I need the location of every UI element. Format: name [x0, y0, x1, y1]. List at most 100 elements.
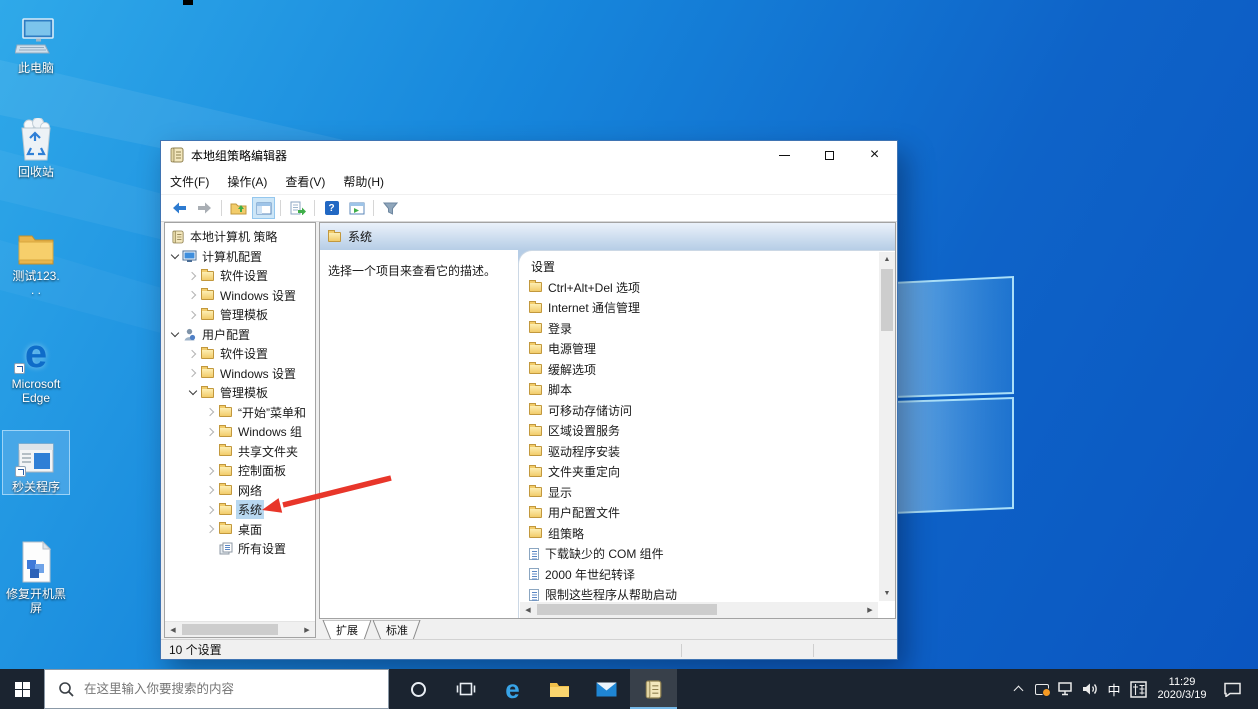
action-center-button[interactable]	[1214, 669, 1250, 709]
chevron-collapsed-icon[interactable]	[186, 347, 199, 360]
help-icon[interactable]: ?	[320, 197, 343, 219]
tray-ime-icon[interactable]	[1126, 669, 1150, 709]
list-item[interactable]: 2000 年世纪转译	[519, 564, 878, 585]
task-view-button[interactable]	[442, 669, 489, 709]
desktop-icon-microsoft-edge[interactable]: e Microsoft Edge	[2, 328, 70, 405]
list-item[interactable]: 缓解选项	[519, 359, 878, 380]
list-horizontal-scrollbar[interactable]: ◀ ▶	[520, 602, 878, 618]
tray-network[interactable]	[1054, 669, 1078, 709]
edge-taskbar-button[interactable]: e	[489, 669, 536, 709]
file-explorer-button[interactable]	[536, 669, 583, 709]
tree-root[interactable]: 本地计算机 策略	[165, 227, 315, 247]
maximize-button[interactable]	[807, 141, 852, 169]
list-vertical-scrollbar[interactable]: ▲ ▼	[879, 252, 895, 601]
list-item[interactable]: Internet 通信管理	[519, 298, 878, 319]
desktop-icon-recycle-bin[interactable]: 回收站	[2, 116, 70, 179]
tray-device-notification[interactable]	[1030, 669, 1054, 709]
up-one-level-icon[interactable]	[227, 197, 250, 219]
scroll-up-icon[interactable]: ▲	[879, 252, 895, 267]
show-window-icon[interactable]	[345, 197, 368, 219]
show-console-tree-icon[interactable]	[252, 197, 275, 219]
desktop-icon-this-pc[interactable]: 此电脑	[2, 12, 70, 75]
minimize-button[interactable]	[762, 141, 807, 169]
list-item[interactable]: 限制这些程序从帮助启动	[519, 585, 878, 602]
chevron-collapsed-icon[interactable]	[186, 289, 199, 302]
tray-expand-button[interactable]	[1006, 669, 1030, 709]
scroll-right-icon[interactable]: ▶	[299, 622, 315, 637]
tree-item-all-settings[interactable]: 所有设置	[165, 539, 315, 559]
chevron-expanded-icon[interactable]	[168, 250, 181, 263]
tab-standard-label[interactable]: 标准	[386, 623, 408, 637]
chevron-collapsed-icon[interactable]	[204, 503, 217, 516]
tree-item[interactable]: 管理模板	[165, 305, 315, 325]
tree-horizontal-scrollbar[interactable]: ◀ ▶	[165, 621, 315, 637]
scroll-left-icon[interactable]: ◀	[165, 622, 181, 637]
tree-item-user-config[interactable]: 用户配置	[165, 325, 315, 345]
tree-item[interactable]: Windows 设置	[165, 364, 315, 384]
tab-extended-label[interactable]: 扩展	[336, 623, 358, 637]
scrollbar-thumb[interactable]	[881, 269, 893, 331]
menu-help[interactable]: 帮助(H)	[334, 169, 393, 195]
forward-icon[interactable]	[193, 197, 216, 219]
tree-item[interactable]: 软件设置	[165, 344, 315, 364]
chevron-expanded-icon[interactable]	[186, 386, 199, 399]
tray-ime-mode[interactable]: 中	[1102, 669, 1126, 709]
list-item[interactable]: 电源管理	[519, 339, 878, 360]
list-item[interactable]: 脚本	[519, 380, 878, 401]
scroll-right-icon[interactable]: ▶	[862, 602, 878, 617]
taskbar-search[interactable]	[44, 669, 389, 709]
tree-item[interactable]: 控制面板	[165, 461, 315, 481]
list-item[interactable]: 登录	[519, 318, 878, 339]
scroll-down-icon[interactable]: ▼	[879, 586, 895, 601]
cortana-button[interactable]	[395, 669, 442, 709]
tree-item[interactable]: 网络	[165, 481, 315, 501]
list-item[interactable]: Ctrl+Alt+Del 选项	[519, 277, 878, 298]
menu-file[interactable]: 文件(F)	[161, 169, 218, 195]
chevron-collapsed-icon[interactable]	[204, 425, 217, 438]
tree-item-computer-config[interactable]: 计算机配置	[165, 247, 315, 267]
chevron-collapsed-icon[interactable]	[186, 269, 199, 282]
tree-item[interactable]: 桌面	[165, 520, 315, 540]
tree-item[interactable]: 共享文件夹	[165, 442, 315, 462]
tree-item[interactable]: 软件设置	[165, 266, 315, 286]
scrollbar-thumb[interactable]	[182, 624, 278, 635]
scrollbar-thumb[interactable]	[537, 604, 717, 615]
tray-volume[interactable]	[1078, 669, 1102, 709]
tray-clock[interactable]: 11:29 2020/3/19	[1150, 669, 1214, 709]
chevron-collapsed-icon[interactable]	[204, 406, 217, 419]
title-bar[interactable]: 本地组策略编辑器 ×	[161, 141, 897, 169]
start-button[interactable]	[0, 669, 44, 709]
list-item[interactable]: 可移动存储访问	[519, 400, 878, 421]
chevron-collapsed-icon[interactable]	[186, 308, 199, 321]
chevron-collapsed-icon[interactable]	[186, 367, 199, 380]
chevron-collapsed-icon[interactable]	[204, 523, 217, 536]
gpedit-taskbar-button[interactable]	[630, 669, 677, 709]
export-list-icon[interactable]	[286, 197, 309, 219]
list-item[interactable]: 文件夹重定向	[519, 462, 878, 483]
desktop-icon-fix-black-screen[interactable]: 修复开机黑 屏	[2, 538, 70, 615]
mail-button[interactable]	[583, 669, 630, 709]
list-item[interactable]: 下载缺少的 COM 组件	[519, 544, 878, 565]
menu-view[interactable]: 查看(V)	[276, 169, 334, 195]
menu-action[interactable]: 操作(A)	[218, 169, 276, 195]
tree-item[interactable]: 管理模板	[165, 383, 315, 403]
list-item[interactable]: 用户配置文件	[519, 503, 878, 524]
list-item[interactable]: 组策略	[519, 523, 878, 544]
desktop-icon-quick-close-app[interactable]: 秒关程序	[2, 430, 70, 495]
list-item[interactable]: 显示	[519, 482, 878, 503]
tree-item[interactable]: “开始”菜单和	[165, 403, 315, 423]
tree-item[interactable]: Windows 设置	[165, 286, 315, 306]
filter-icon[interactable]	[379, 197, 402, 219]
chevron-collapsed-icon[interactable]	[204, 464, 217, 477]
scroll-left-icon[interactable]: ◀	[520, 602, 536, 617]
desktop-icon-test-folder[interactable]: 测试123. . .	[2, 220, 70, 297]
search-input[interactable]	[84, 682, 344, 696]
chevron-collapsed-icon[interactable]	[204, 484, 217, 497]
list-item[interactable]: 驱动程序安装	[519, 441, 878, 462]
list-item[interactable]: 区域设置服务	[519, 421, 878, 442]
chevron-expanded-icon[interactable]	[168, 328, 181, 341]
close-button[interactable]: ×	[852, 141, 897, 169]
back-icon[interactable]	[168, 197, 191, 219]
tree-item[interactable]: Windows 组	[165, 422, 315, 442]
tree-item-system-selected[interactable]: 系统	[165, 500, 315, 520]
